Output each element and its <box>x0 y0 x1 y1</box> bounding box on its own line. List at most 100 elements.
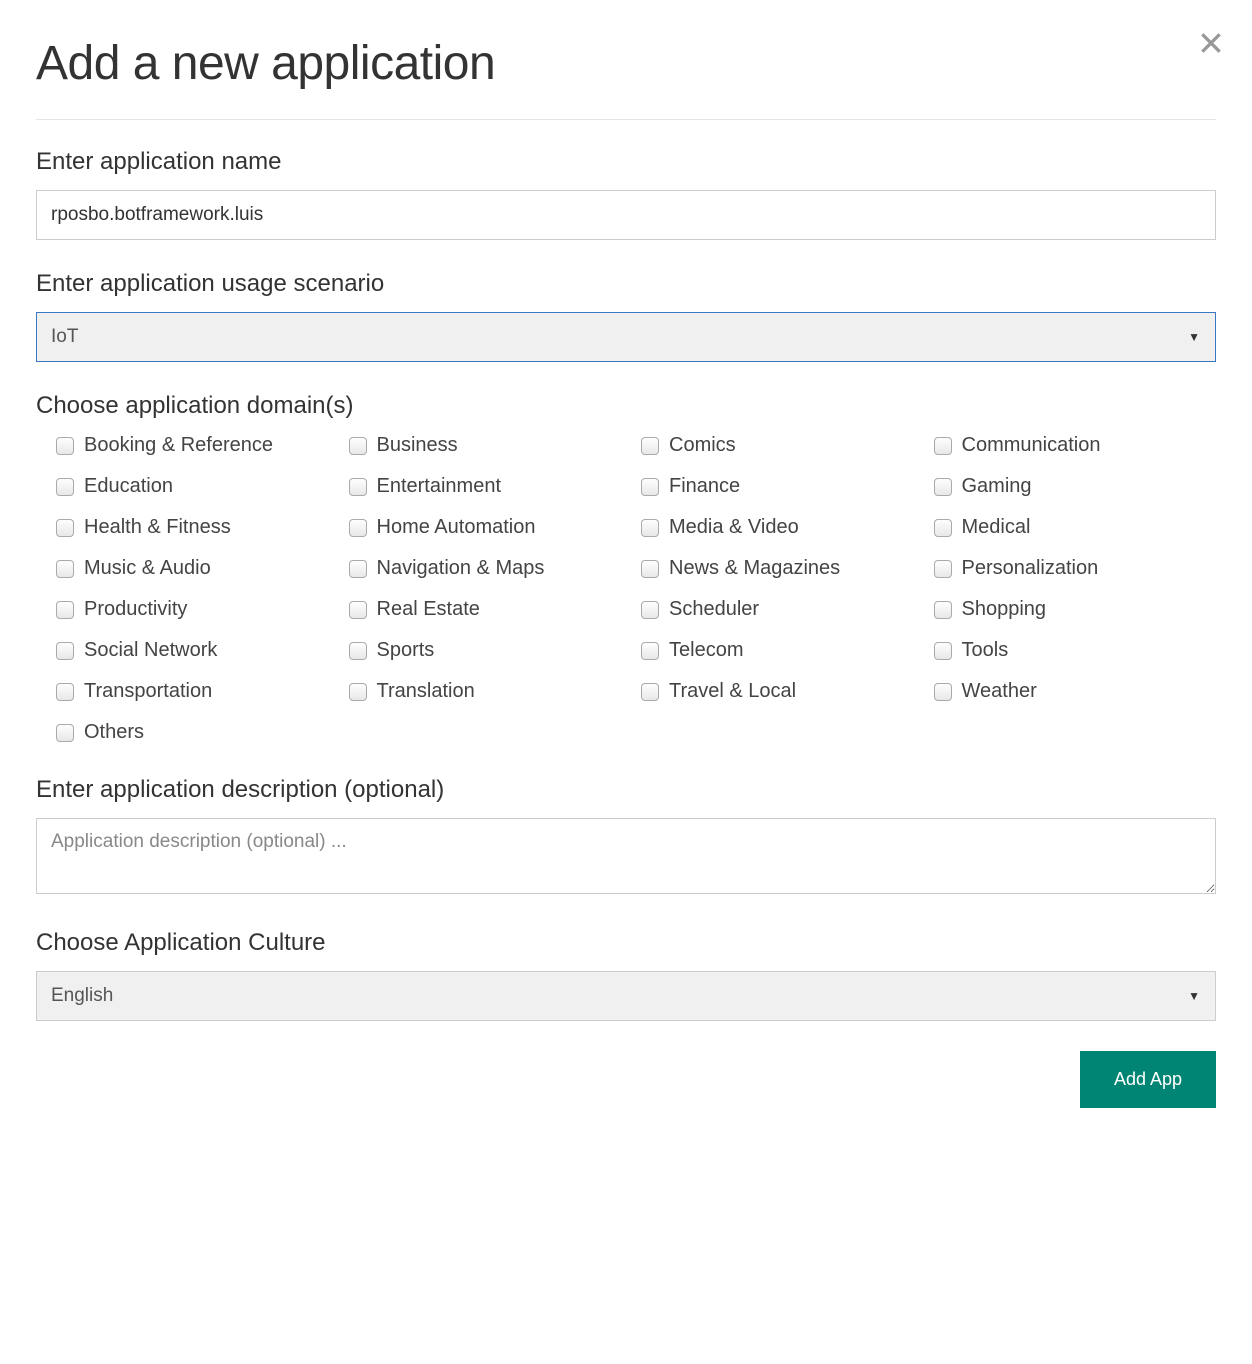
domain-checkbox[interactable] <box>56 683 74 701</box>
domain-checkbox[interactable] <box>56 560 74 578</box>
domain-item: Home Automation <box>349 516 632 539</box>
domain-checkbox[interactable] <box>349 519 367 537</box>
scenario-select[interactable]: IoT <box>36 312 1216 362</box>
domain-item: Business <box>349 434 632 457</box>
domain-label: Real Estate <box>377 598 480 621</box>
domain-item: Sports <box>349 639 632 662</box>
domain-checkbox[interactable] <box>934 437 952 455</box>
domain-item: Comics <box>641 434 924 457</box>
domain-checkbox[interactable] <box>934 642 952 660</box>
domain-checkbox[interactable] <box>56 478 74 496</box>
domain-label: Translation <box>377 680 475 703</box>
domain-label: Tools <box>962 639 1009 662</box>
domain-item: Telecom <box>641 639 924 662</box>
domain-label: Productivity <box>84 598 187 621</box>
domain-checkbox[interactable] <box>934 560 952 578</box>
domain-item: Scheduler <box>641 598 924 621</box>
domain-checkbox[interactable] <box>349 560 367 578</box>
domain-label: Travel & Local <box>669 680 796 703</box>
domain-item: Productivity <box>56 598 339 621</box>
domain-label: Gaming <box>962 475 1032 498</box>
domain-item: Social Network <box>56 639 339 662</box>
domain-label: Health & Fitness <box>84 516 231 539</box>
domain-checkbox[interactable] <box>349 478 367 496</box>
domain-checkbox[interactable] <box>934 601 952 619</box>
culture-label: Choose Application Culture <box>36 929 1216 957</box>
domain-item: Navigation & Maps <box>349 557 632 580</box>
domain-checkbox[interactable] <box>934 683 952 701</box>
domain-label: Communication <box>962 434 1101 457</box>
domain-checkbox[interactable] <box>56 601 74 619</box>
domain-checkbox[interactable] <box>56 519 74 537</box>
domain-item: Others <box>56 721 339 744</box>
domain-label: Social Network <box>84 639 217 662</box>
close-icon <box>1198 43 1224 60</box>
domain-checkbox[interactable] <box>56 724 74 742</box>
domains-label: Choose application domain(s) <box>36 392 1216 420</box>
domain-checkbox[interactable] <box>934 478 952 496</box>
domain-label: Others <box>84 721 144 744</box>
domain-item: Transportation <box>56 680 339 703</box>
domain-checkbox[interactable] <box>641 519 659 537</box>
domains-grid: Booking & Reference Business Comics Communi… <box>36 434 1216 744</box>
domain-label: Navigation & Maps <box>377 557 545 580</box>
domain-checkbox[interactable] <box>934 519 952 537</box>
domain-item: News & Magazines <box>641 557 924 580</box>
domain-item: Booking & Reference <box>56 434 339 457</box>
domain-label: Shopping <box>962 598 1047 621</box>
domain-item: Music & Audio <box>56 557 339 580</box>
domain-label: Finance <box>669 475 740 498</box>
description-label: Enter application description (optional) <box>36 776 1216 804</box>
domain-checkbox[interactable] <box>56 437 74 455</box>
culture-selected-value: English <box>51 985 113 1007</box>
app-name-input[interactable] <box>36 190 1216 240</box>
domain-item: Shopping <box>934 598 1217 621</box>
domain-label: Booking & Reference <box>84 434 273 457</box>
domain-label: Music & Audio <box>84 557 211 580</box>
domain-checkbox[interactable] <box>641 601 659 619</box>
domain-checkbox[interactable] <box>641 560 659 578</box>
domain-label: Business <box>377 434 458 457</box>
domain-label: Personalization <box>962 557 1099 580</box>
domain-label: Education <box>84 475 173 498</box>
domain-checkbox[interactable] <box>349 642 367 660</box>
domain-label: Sports <box>377 639 435 662</box>
domain-label: Transportation <box>84 680 212 703</box>
domain-checkbox[interactable] <box>349 437 367 455</box>
domain-item: Travel & Local <box>641 680 924 703</box>
domain-item: Weather <box>934 680 1217 703</box>
page-title: Add a new application <box>36 36 1216 91</box>
domain-checkbox[interactable] <box>641 683 659 701</box>
domain-item: Gaming <box>934 475 1217 498</box>
scenario-selected-value: IoT <box>51 326 78 348</box>
domain-checkbox[interactable] <box>56 642 74 660</box>
domain-item: Real Estate <box>349 598 632 621</box>
domain-item: Medical <box>934 516 1217 539</box>
domain-item: Entertainment <box>349 475 632 498</box>
description-textarea[interactable] <box>36 818 1216 894</box>
domain-checkbox[interactable] <box>641 437 659 455</box>
domain-item: Communication <box>934 434 1217 457</box>
close-button[interactable] <box>1198 30 1224 61</box>
app-name-label: Enter application name <box>36 148 1216 176</box>
domain-checkbox[interactable] <box>641 478 659 496</box>
domain-checkbox[interactable] <box>641 642 659 660</box>
culture-select[interactable]: English <box>36 971 1216 1021</box>
domain-label: Medical <box>962 516 1031 539</box>
domain-item: Tools <box>934 639 1217 662</box>
add-app-button[interactable]: Add App <box>1080 1051 1216 1108</box>
domain-label: Media & Video <box>669 516 799 539</box>
domain-label: Weather <box>962 680 1037 703</box>
domain-label: Entertainment <box>377 475 502 498</box>
divider <box>36 119 1216 120</box>
domain-checkbox[interactable] <box>349 601 367 619</box>
domain-label: Telecom <box>669 639 743 662</box>
domain-checkbox[interactable] <box>349 683 367 701</box>
domain-label: Scheduler <box>669 598 759 621</box>
domain-item: Personalization <box>934 557 1217 580</box>
domain-label: News & Magazines <box>669 557 840 580</box>
scenario-label: Enter application usage scenario <box>36 270 1216 298</box>
domain-item: Education <box>56 475 339 498</box>
domain-item: Translation <box>349 680 632 703</box>
domain-item: Media & Video <box>641 516 924 539</box>
